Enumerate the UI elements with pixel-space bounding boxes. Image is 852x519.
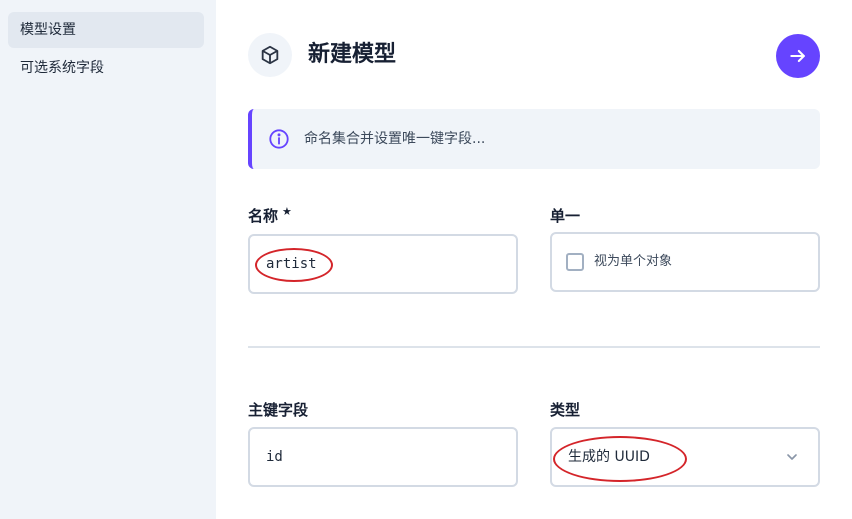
singleton-label: 单一 <box>550 207 581 225</box>
section-divider <box>248 346 820 348</box>
primary-key-input[interactable]: id <box>248 427 518 487</box>
notice-text: 命名集合并设置唯一键字段... <box>304 131 486 147</box>
sidebar-item-optional-system-fields[interactable]: 可选系统字段 <box>8 50 204 86</box>
header-icon-container <box>248 33 292 77</box>
page-title: 新建模型 <box>308 42 397 67</box>
sidebar-item-model-settings[interactable]: 模型设置 <box>8 12 204 48</box>
type-select-value: 生成的 UUID <box>568 449 650 465</box>
info-notice: 命名集合并设置唯一键字段... <box>248 109 820 169</box>
name-label-text: 名称 <box>248 207 279 225</box>
name-label: 名称 ★ <box>248 205 292 226</box>
singleton-field: 视为单个对象 <box>550 232 820 292</box>
primary-key-label: 主键字段 <box>248 401 309 419</box>
singleton-checkbox[interactable] <box>566 253 584 271</box>
arrow-right-icon <box>790 49 805 63</box>
required-star: ★ <box>282 205 292 218</box>
name-input[interactable]: artist <box>248 234 518 294</box>
type-select[interactable]: 生成的 UUID <box>550 427 820 487</box>
info-icon <box>269 129 289 149</box>
cube-icon <box>261 45 279 65</box>
type-label: 类型 <box>550 401 581 419</box>
singleton-checkbox-label[interactable]: 视为单个对象 <box>594 234 672 290</box>
sidebar: 模型设置 可选系统字段 <box>0 0 216 519</box>
chevron-down-icon <box>787 454 797 460</box>
next-button[interactable] <box>776 34 820 78</box>
